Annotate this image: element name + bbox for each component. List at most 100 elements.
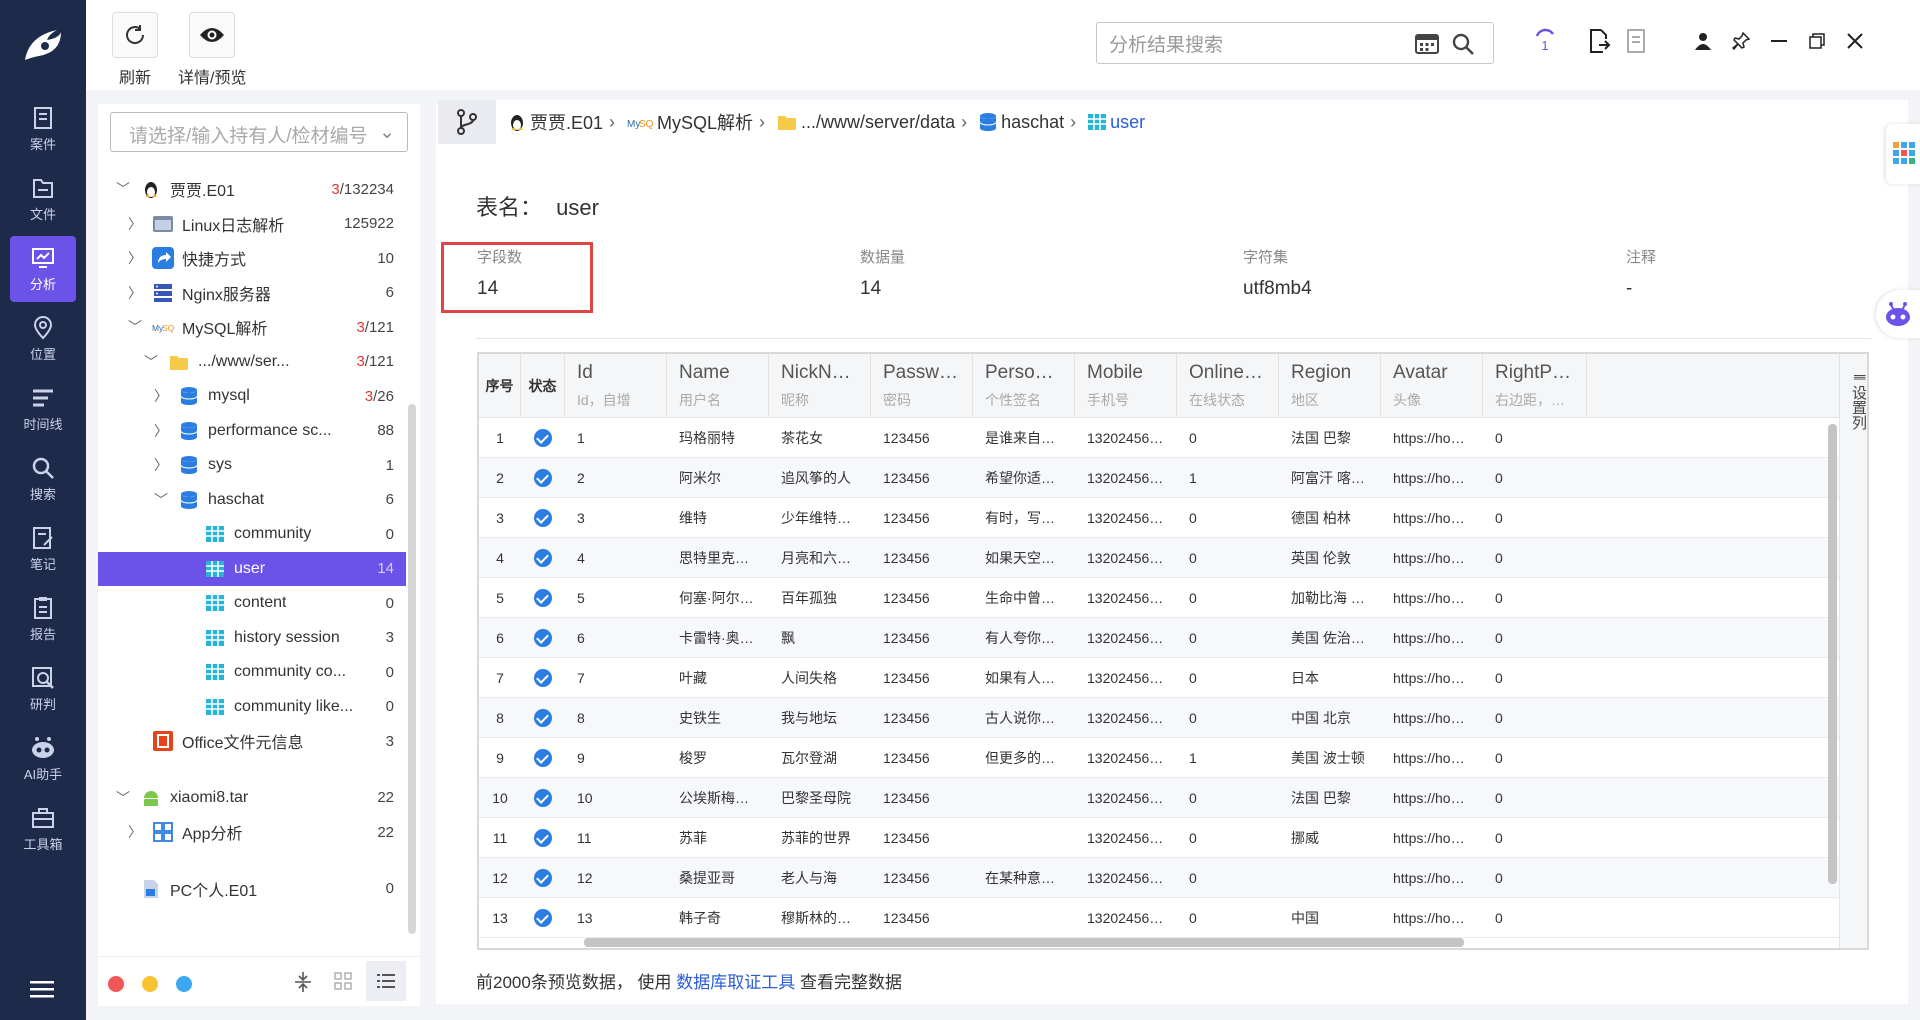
column-header[interactable]: Personali... 个性签名 [973, 354, 1075, 418]
tree-node[interactable]: 〉 快捷方式 10 [98, 241, 406, 275]
table-row[interactable]: 13 13 韩子奇 穆斯林的葬礼 123456 1320245621X 0 中国 https:/… [479, 898, 1839, 938]
nav-item-location[interactable]: 位置 [10, 306, 76, 372]
column-header[interactable]: Region 地区 [1279, 354, 1381, 418]
chevron-down-icon[interactable]: ﹀ [144, 352, 158, 372]
ai-assistant-icon[interactable] [1876, 290, 1920, 338]
table-row[interactable]: 8 8 史铁生 我与地坛 123456 古人说你不... 1320245621X 0 中国 北京… [479, 698, 1839, 738]
status-check-icon[interactable] [521, 778, 565, 818]
menu-icon[interactable] [30, 979, 54, 1004]
nav-item-analysis[interactable]: 分析 [10, 236, 76, 302]
tree-node[interactable]: 〉 sys 1 [98, 448, 406, 482]
column-header[interactable]: NickName 昵称 [769, 354, 871, 418]
column-header[interactable]: RightPad... 右边距，仅... [1483, 354, 1587, 418]
export-icon[interactable] [1586, 28, 1612, 54]
tree-node[interactable]: user 14 [98, 551, 406, 586]
nav-item-ai[interactable]: AI助手 [10, 726, 76, 792]
status-check-icon[interactable] [521, 578, 565, 618]
tree-node[interactable]: ﹀ haschat 6 [98, 483, 406, 517]
breadcrumb-item[interactable]: MySQL MySQL解析› [627, 109, 771, 135]
table-row[interactable]: 10 10 公埃斯梅拉达 巴黎圣母院 123456 1320245621X 0 法国 巴黎 ht… [479, 778, 1839, 818]
result-search-input[interactable]: 分析结果搜索 [1096, 22, 1494, 64]
status-check-icon[interactable] [521, 858, 565, 898]
detail-preview-button[interactable]: 详情/预览 [178, 12, 246, 88]
status-check-icon[interactable] [521, 498, 565, 538]
column-header[interactable]: Password 密码 [871, 354, 973, 418]
chevron-down-icon[interactable]: ﹀ [154, 490, 168, 510]
column-header[interactable]: OnlineSt... 在线状态 [1177, 354, 1279, 418]
breadcrumb-item[interactable]: haschat › [979, 112, 1082, 133]
chevron-down-icon[interactable]: ﹀ [128, 317, 142, 337]
chevron-right-icon[interactable]: 〉 [128, 283, 142, 303]
column-header[interactable]: Avatar 头像 [1381, 354, 1483, 418]
nav-item-search[interactable]: 搜索 [10, 446, 76, 512]
status-column-header[interactable]: 状态 [521, 354, 565, 418]
table-row[interactable]: 12 12 桑提亚哥 老人与海 123456 在某种意义... 1320245621X 0 ht… [479, 858, 1839, 898]
chevron-down-icon[interactable]: ﹀ [116, 179, 130, 199]
table-row[interactable]: 5 5 何塞·阿尔卡... 百年孤独 123456 生命中曾经... 1320245621X… [479, 578, 1839, 618]
list-view-icon[interactable] [366, 961, 406, 1001]
nav-item-judge[interactable]: 研判 [10, 656, 76, 722]
chevron-right-icon[interactable]: 〉 [128, 822, 142, 842]
tree-node[interactable]: content 0 [98, 586, 406, 620]
tree-scrollbar[interactable] [408, 404, 416, 934]
tree-node[interactable]: 〉 Nginx服务器 6 [98, 276, 406, 310]
status-check-icon[interactable] [521, 738, 565, 778]
branch-icon[interactable] [438, 100, 496, 144]
tree-node[interactable]: community like... 0 [98, 690, 406, 724]
report-doc-icon[interactable] [1624, 28, 1650, 54]
nav-item-case[interactable]: 案件 [10, 96, 76, 162]
table-row[interactable]: 9 9 梭罗 瓦尔登湖 123456 但更多的时... 1320245621X 1 美国 波士顿… [479, 738, 1839, 778]
restore-icon[interactable] [1804, 28, 1830, 54]
tree-node[interactable]: ﹀ xiaomi8.tar 22 [98, 781, 406, 815]
tree-node[interactable]: 〉 performance sc... 88 [98, 414, 406, 448]
chevron-right-icon[interactable]: 〉 [128, 248, 142, 268]
table-row[interactable]: 3 3 维特 少年维特的... 123456 有时，写的... 1320245621X 0 德国… [479, 498, 1839, 538]
close-icon[interactable] [1842, 28, 1868, 54]
grid-view-icon[interactable] [334, 972, 352, 995]
refresh-button[interactable]: 刷新 [112, 12, 158, 88]
db-forensics-tool-link[interactable]: 数据库取证工具 [676, 973, 795, 992]
status-check-icon[interactable] [521, 818, 565, 858]
red-dot-icon[interactable] [108, 976, 124, 992]
table-horizontal-scrollbar[interactable] [584, 938, 1464, 947]
table-row[interactable]: 2 2 阿米尔 追风筝的人 123456 希望你适应... 1320245621X 1 阿富汗 … [479, 458, 1839, 498]
chevron-right-icon[interactable]: 〉 [128, 214, 142, 234]
breadcrumb-item[interactable]: 贾贾.E01 › [508, 109, 621, 135]
tree-node[interactable]: 〉 mysql 3/26 [98, 379, 406, 413]
chevron-right-icon[interactable]: 〉 [154, 386, 168, 406]
tree-node[interactable]: Office文件元信息 3 [98, 724, 406, 758]
tree-node[interactable]: ﹀ .../www/ser... 3/121 [98, 345, 406, 379]
table-row[interactable]: 7 7 叶藏 人间失格 123456 如果有人在... 1320245621X 0 日本 http… [479, 658, 1839, 698]
table-row[interactable]: 1 1 玛格丽特 茶花女 123456 是谁来自山... 1320245621X 0 法国 巴黎… [479, 418, 1839, 458]
minimize-icon[interactable] [1766, 28, 1792, 54]
blue-dot-icon[interactable] [176, 976, 192, 992]
tree-node[interactable]: 〉 App分析 22 [98, 815, 406, 849]
breadcrumb-item[interactable]: user [1088, 112, 1145, 133]
holder-select[interactable]: 请选择/输入持有人/检材编号 ⌄ [110, 112, 408, 152]
yellow-dot-icon[interactable] [142, 976, 158, 992]
status-check-icon[interactable] [521, 418, 565, 458]
nav-item-report[interactable]: 报告 [10, 586, 76, 652]
collapse-all-icon[interactable] [294, 971, 312, 998]
column-settings-button[interactable]: ⦀ 设置列 [1839, 354, 1867, 948]
breadcrumb-item[interactable]: .../www/server/data › [777, 112, 973, 133]
task-progress-indicator[interactable]: 1 [1532, 22, 1558, 56]
user-icon[interactable] [1690, 28, 1716, 54]
index-column-header[interactable]: 序号 [479, 354, 521, 418]
column-header[interactable]: Mobile 手机号 [1075, 354, 1177, 418]
tree-node[interactable]: community 0 [98, 517, 406, 551]
nav-item-timeline[interactable]: 时间线 [10, 376, 76, 442]
nav-item-file[interactable]: 文件 [10, 166, 76, 232]
status-check-icon[interactable] [521, 458, 565, 498]
chevron-right-icon[interactable]: 〉 [154, 421, 168, 441]
status-check-icon[interactable] [521, 618, 565, 658]
tree-node[interactable]: 〉 Linux日志解析 125922 [98, 207, 406, 241]
nav-item-note[interactable]: 笔记 [10, 516, 76, 582]
status-check-icon[interactable] [521, 658, 565, 698]
table-row[interactable]: 6 6 卡雷特·奥哈拉飘 123456 有人夸你优... 1320245621X 0 美国 佐… [479, 618, 1839, 658]
tree-node[interactable]: community co... 0 [98, 655, 406, 689]
search-icon[interactable] [1451, 32, 1475, 62]
tree-node[interactable]: history session 3 [98, 621, 406, 655]
tree-node[interactable]: ﹀ 贾贾.E01 3/132234 [98, 172, 406, 206]
status-check-icon[interactable] [521, 698, 565, 738]
